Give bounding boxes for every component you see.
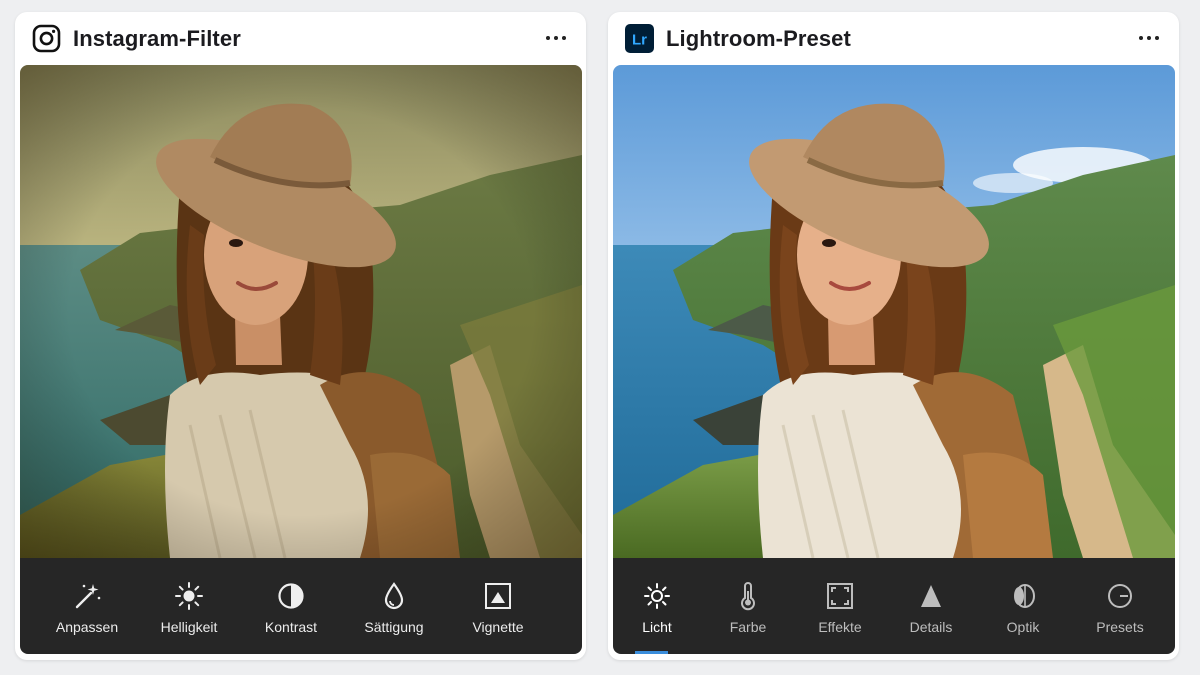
more-dots-icon[interactable] [542,26,570,50]
sun-icon [174,581,204,611]
portrait-photo [613,65,1175,558]
photo-preview [613,65,1175,558]
sun-icon [642,581,672,611]
tool-label: Sättigung [364,619,424,635]
lightroom-preset-card: Lr Lightroom-Preset Licht Farbe Effekte … [608,12,1179,660]
tool-vignette[interactable]: Vignette [448,558,548,654]
card-title: Lightroom-Preset [666,26,851,51]
vignette-icon [483,581,513,611]
tool-label: Presets [1096,619,1144,635]
more-dots-icon[interactable] [1135,26,1163,50]
magic-wand-icon [72,581,102,611]
frame-icon [825,581,855,611]
tool-helligkeit[interactable]: Helligkeit [139,558,239,654]
svg-text:Lr: Lr [632,32,647,49]
tool-kontrast[interactable]: Kontrast [241,558,341,654]
tool-label: Helligkeit [160,619,218,635]
tool-farbe[interactable]: Farbe [698,558,798,654]
tool-licht[interactable]: Licht [608,558,707,654]
lens-icon [1008,581,1038,611]
card-header: Instagram-Filter [15,12,586,66]
droplet-icon [379,581,409,611]
instagram-icon [32,24,61,53]
portrait-photo [20,65,582,558]
tool-effekte[interactable]: Effekte [790,558,890,654]
tool-label: Anpassen [55,619,119,635]
tool-label: Kontrast [264,619,318,635]
preset-toolbar: Licht Farbe Effekte Details Optik Preset… [613,558,1175,654]
tool-label: Details [909,619,953,635]
card-header: Lr Lightroom-Preset [608,12,1179,66]
contrast-icon [276,581,306,611]
lightroom-icon: Lr [625,24,654,53]
card-title: Instagram-Filter [73,26,241,51]
tool-optik[interactable]: Optik [973,558,1073,654]
thermometer-icon [733,581,763,611]
active-tab-indicator [635,651,668,654]
tool-saettigung[interactable]: Sättigung [344,558,444,654]
tool-details[interactable]: Details [881,558,981,654]
tool-presets[interactable]: Presets [1070,558,1170,654]
tool-label: Optik [1006,619,1040,635]
tool-label: Licht [642,619,672,635]
tool-anpassen[interactable]: Anpassen [37,558,137,654]
tool-label: Vignette [472,619,524,635]
photo-preview [20,65,582,558]
triangle-icon [916,581,946,611]
presets-icon [1105,581,1135,611]
filter-toolbar: Anpassen Helligkeit Kontrast Sättigung V… [20,558,582,654]
tool-label: Farbe [729,619,767,635]
instagram-filter-card: Instagram-Filter Anpassen Helligkeit Kon… [15,12,586,660]
tool-label: Effekte [818,619,862,635]
